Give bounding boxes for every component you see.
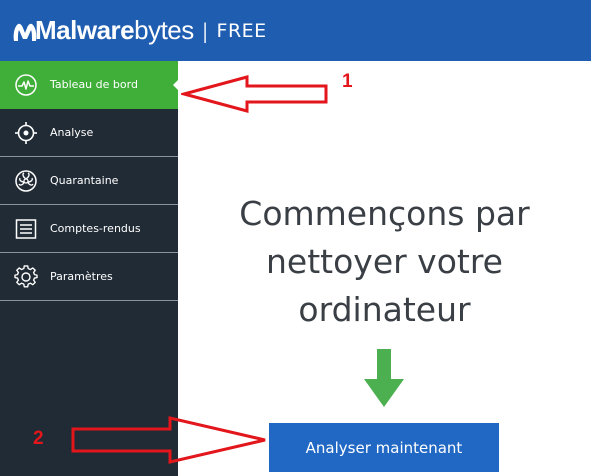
sidebar-item-label: Analyse — [50, 126, 94, 139]
sidebar-item-reports[interactable]: Comptes-rendus — [0, 205, 178, 253]
crosshair-icon — [15, 121, 37, 144]
sidebar-item-label: Quarantaine — [50, 174, 119, 187]
sidebar-item-settings[interactable]: Paramètres — [0, 253, 178, 301]
pulse-icon — [15, 73, 37, 96]
headline-line-1: Commençons par — [239, 194, 530, 233]
sidebar-item-label: Paramètres — [50, 270, 113, 283]
sidebar-nav: Tableau de bord Analyse Quarantaine Comp… — [0, 61, 179, 476]
sidebar-item-label: Comptes-rendus — [50, 222, 141, 235]
brand-name-light: bytes — [134, 15, 194, 45]
report-list-icon — [15, 218, 37, 239]
green-down-arrow-icon — [364, 349, 404, 407]
annotation-number-1: 1 — [342, 71, 353, 92]
malwarebytes-window: Malware bytes | FREE Tableau de bord Anal… — [0, 0, 591, 476]
edition-label: FREE — [216, 19, 267, 42]
headline-line-3: ordinateur — [298, 290, 471, 329]
brand-logo-text: Malware bytes | FREE — [12, 0, 267, 61]
sidebar-item-label: Tableau de bord — [50, 78, 138, 91]
welcome-headline: Commençons par nettoyer votre ordinateur — [178, 190, 591, 334]
brand-separator: | — [201, 18, 209, 43]
biohazard-icon — [15, 169, 37, 192]
title-bar: Malware bytes | FREE — [0, 0, 591, 61]
dashboard-main: Commençons par nettoyer votre ordinateur… — [178, 61, 591, 476]
sidebar-item-dashboard[interactable]: Tableau de bord — [0, 61, 179, 109]
sidebar-item-scan[interactable]: Analyse — [0, 109, 178, 157]
scan-now-button[interactable]: Analyser maintenant — [269, 423, 499, 472]
annotation-number-2: 2 — [33, 428, 44, 449]
headline-line-2: nettoyer votre — [266, 242, 503, 281]
gear-icon — [14, 264, 38, 287]
sidebar-item-quarantine[interactable]: Quarantaine — [0, 157, 178, 205]
brand-name-bold: Malware — [35, 15, 135, 45]
